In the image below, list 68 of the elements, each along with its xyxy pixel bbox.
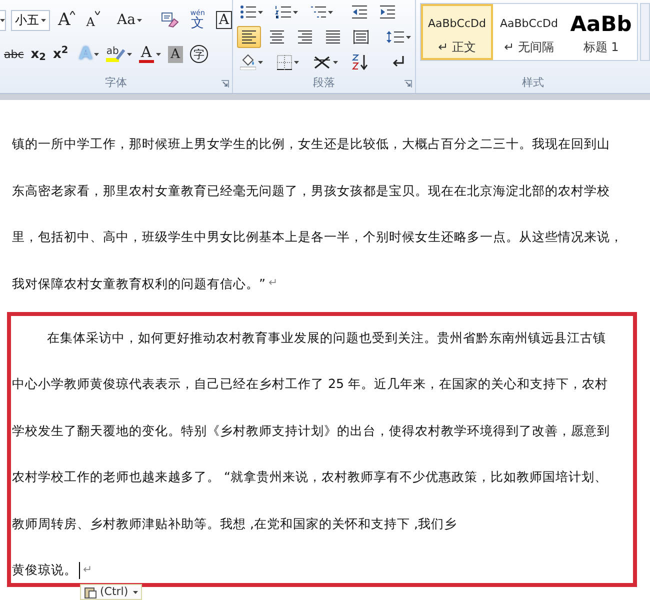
line-spacing-icon [386, 30, 404, 44]
caret-icon [293, 10, 298, 14]
decrease-indent-icon [351, 5, 367, 19]
text-line: 东高密老家看，那里农村女童教育已经毫无问题了，男孩女孩都是宝贝。现在在北京海淀北部的农村学校 [12, 182, 610, 198]
text-line: 我对保障农村女童教育权利的问题有信心。” [12, 276, 266, 292]
text-line: 学校发生了翻天覆地的变化。特别《乡村教师支持计划》的出台，使得农村教学环境得到了改善，愿意到 [12, 422, 610, 438]
text-line: 镇的一所中学工作，那时候班上男女学生的比例，女生还是比较低，大概占百分之二三十。我现在回到山 [12, 136, 610, 152]
superscript-button[interactable]: x$^{2}$ [50, 43, 72, 65]
grow-font-button[interactable]: A [55, 9, 78, 31]
caret-icon [126, 52, 132, 56]
align-left-button[interactable] [237, 26, 261, 48]
caret-icon [133, 590, 138, 594]
caret-icon [258, 10, 263, 14]
multilevel-list-icon [310, 5, 326, 19]
font-name-field[interactable] [0, 10, 6, 30]
subscript-button[interactable]: x$_{2}$ [28, 43, 49, 65]
group-label: 样式 [522, 75, 544, 92]
paste-options-button[interactable]: (Ctrl) [80, 584, 142, 600]
dialog-launcher-icon[interactable] [404, 80, 412, 88]
caret-icon [0, 18, 5, 22]
shrink-font-button[interactable]: A [83, 9, 103, 31]
caret-up-icon [70, 11, 76, 15]
align-left-icon [241, 30, 257, 44]
bulleted-list-icon [240, 5, 256, 19]
align-distributed-icon [353, 30, 369, 44]
clipboard-icon [84, 586, 97, 598]
text-line: 在集体采访中，如何更好推动农村教育事业发展的问题也受到关注。贵州省黔东南州镇远县江古镇 [47, 330, 606, 346]
caret-down-icon [94, 11, 100, 15]
align-center-icon [269, 30, 285, 44]
paint-bucket-icon [240, 54, 256, 70]
caret-icon [156, 52, 161, 56]
increase-indent-icon [379, 5, 395, 19]
align-justify-icon [325, 30, 341, 44]
style-tile[interactable]: AaBbCcDd ↵ 无间隔 [493, 4, 565, 60]
gallery-scrollbar[interactable] [640, 3, 650, 61]
numbered-list-icon [275, 5, 291, 19]
font-color-button[interactable]: A [136, 43, 164, 65]
text-line: 中心小学教师黄俊琼代表表示，自己已经在乡村工作了 25 年。近几年来，在国家的关心和支持下，农村 [12, 376, 608, 392]
caret-icon [258, 60, 263, 64]
caret-icon [333, 60, 338, 64]
crossed-lines-icon [313, 54, 331, 70]
paragraph-mark: ↵ [83, 562, 92, 578]
text-line: 农村学校工作的老师也越来越多了。 “就拿贵州来说，农村教师享有不少优惠政策，比如教师国培计划、 [12, 469, 608, 485]
change-case-button[interactable]: Aa [114, 9, 146, 31]
paragraph-mark: ↵ [268, 275, 278, 292]
font-size-field[interactable]: 小五 [11, 10, 50, 30]
caret-icon [94, 52, 100, 56]
text-line: 黄俊琼说。 [12, 562, 77, 578]
caret-icon [406, 36, 411, 38]
style-tile[interactable]: AaBbCcDd ↵ 正文 [421, 4, 493, 60]
style-tile[interactable]: AaBb 标题 1 [565, 4, 637, 60]
return-arrow-icon [392, 55, 406, 69]
text-line: 里，包括初中、高中，班级学生中男女比例基本上是各一半，个别时候女生还略多一点。从这些情况来说， [12, 229, 623, 245]
caret-icon [137, 18, 142, 22]
text-line: 教师周转房、乡村教师津贴补助等。我想 ,在党和国家的关怀和支持下 ,我们乡 [12, 516, 458, 532]
highlight-button[interactable]: ab [103, 43, 135, 65]
caret-icon [41, 18, 46, 22]
text-cursor [79, 562, 80, 578]
dialog-launcher-icon[interactable] [221, 80, 229, 88]
eraser-icon [161, 12, 180, 28]
caret-icon [328, 10, 333, 14]
group-label: 字体 [105, 75, 127, 92]
caret-icon [294, 60, 299, 64]
group-label: 段落 [313, 75, 335, 92]
strikethrough-button[interactable]: abc [1, 43, 27, 65]
sort-icon [352, 54, 368, 70]
align-right-icon [297, 30, 313, 44]
border-grid-icon [277, 54, 292, 70]
